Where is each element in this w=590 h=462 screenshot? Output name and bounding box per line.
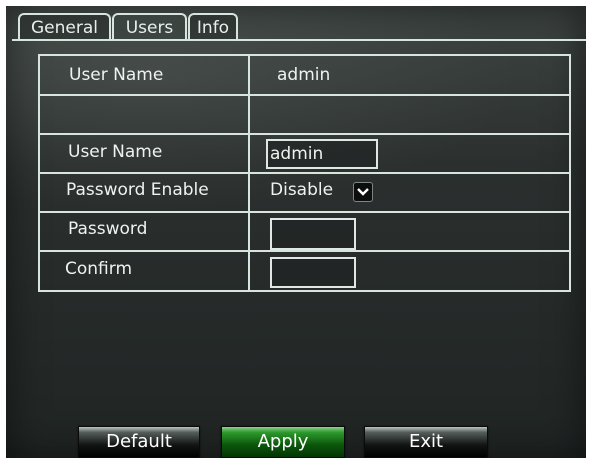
tab-underline xyxy=(12,39,586,41)
password-enable-dropdown-button[interactable] xyxy=(353,182,373,202)
user-name-label: User Name xyxy=(68,142,163,162)
chevron-down-icon xyxy=(357,188,369,196)
user-name-field[interactable]: admin xyxy=(266,139,378,169)
password-enable-select[interactable]: Disable xyxy=(270,180,333,200)
tab-users[interactable]: Users xyxy=(112,13,187,39)
row-divider xyxy=(40,94,569,96)
apply-button[interactable]: Apply xyxy=(221,426,345,458)
confirm-label: Confirm xyxy=(65,259,133,279)
current-user-name-value[interactable]: admin xyxy=(277,65,330,85)
row-divider xyxy=(40,250,569,252)
row-divider xyxy=(40,211,569,213)
row-divider xyxy=(40,133,569,135)
confirm-password-field[interactable] xyxy=(270,257,356,288)
exit-button[interactable]: Exit xyxy=(364,426,488,458)
users-table: User Name admin User Name admin Password… xyxy=(38,54,571,292)
tab-info[interactable]: Info xyxy=(188,13,238,39)
password-enable-label: Password Enable xyxy=(66,180,209,200)
password-field[interactable] xyxy=(270,218,356,250)
dvr-settings-screen: General Users Info User Name admin User … xyxy=(6,6,586,458)
default-button[interactable]: Default xyxy=(78,426,200,458)
password-label: Password xyxy=(68,219,148,239)
current-user-name-label: User Name xyxy=(69,65,164,85)
row-divider xyxy=(40,172,569,174)
tab-general[interactable]: General xyxy=(18,13,111,39)
